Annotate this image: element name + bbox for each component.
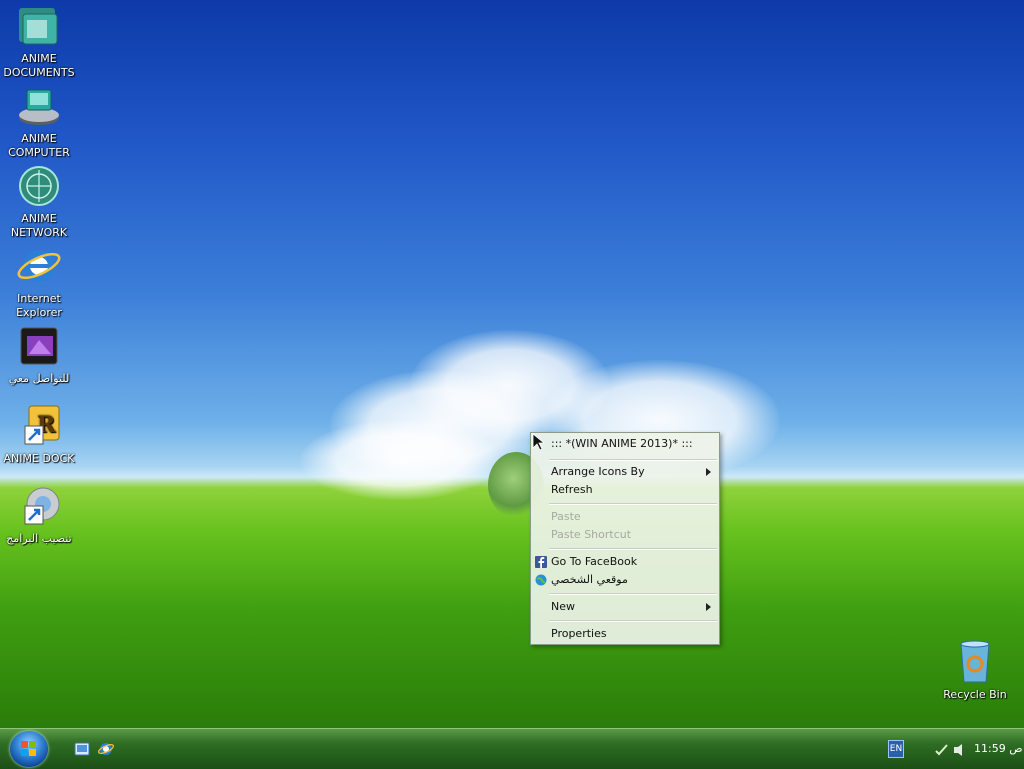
desktop-icon-internet-explorer[interactable]: Internet Explorer — [1, 244, 77, 320]
desktop-icon-install-programs[interactable]: تنصيب البرامج — [1, 484, 77, 546]
taskbar: EN ص 11:59 — [0, 728, 1024, 769]
desktop-icon-anime-documents[interactable]: ANIME DOCUMENTS — [1, 4, 77, 80]
desktop-icon-contact-me[interactable]: للتواصل معي — [1, 324, 77, 386]
folder-icon — [15, 4, 63, 48]
taskbar-clock[interactable]: ص 11:59 — [974, 729, 1023, 769]
menu-item-paste: Paste — [551, 510, 581, 523]
submenu-arrow-icon — [706, 468, 711, 476]
menu-separator — [549, 459, 717, 461]
language-indicator[interactable]: EN — [888, 740, 904, 758]
cloud-decoration — [300, 420, 500, 500]
menu-item-refresh[interactable]: Refresh — [531, 481, 719, 499]
desktop-icon-recycle-bin[interactable]: Recycle Bin — [937, 640, 1013, 702]
submenu-arrow-icon — [706, 603, 711, 611]
globe-icon — [15, 164, 63, 208]
menu-item-paste-shortcut: Paste Shortcut — [551, 528, 632, 541]
shortcut-r-icon: R — [15, 404, 63, 448]
icon-label: ANIME DOCK — [3, 452, 75, 465]
icon-label: NETWORK — [10, 226, 68, 239]
internet-explorer-quicklaunch-icon[interactable] — [97, 741, 115, 757]
menu-item-arrange-icons[interactable]: Arrange Icons By — [531, 463, 719, 481]
menu-separator — [549, 503, 717, 505]
desktop-background[interactable]: ANIME DOCUMENTS ANIME COMPUTER ANIME NET… — [0, 0, 1024, 728]
menu-separator — [549, 593, 717, 595]
installer-icon — [15, 484, 63, 528]
network-icon[interactable] — [935, 743, 949, 757]
recycle-bin-icon — [951, 640, 999, 684]
icon-label: COMPUTER — [8, 146, 70, 159]
menu-item-new[interactable]: New — [531, 598, 719, 616]
icon-label: ANIME — [21, 52, 57, 65]
desktop-icon-anime-computer[interactable]: ANIME COMPUTER — [1, 84, 77, 160]
icon-label: Recycle Bin — [943, 688, 1007, 701]
icon-label: Internet — [17, 292, 61, 305]
menu-item-facebook[interactable]: Go To FaceBook — [531, 553, 719, 571]
internet-explorer-icon — [15, 244, 63, 288]
start-button[interactable] — [10, 731, 48, 767]
icon-label: ANIME — [21, 132, 57, 145]
globe-icon — [535, 574, 547, 586]
icon-label: تنصيب البرامج — [6, 532, 72, 545]
windows-logo-icon — [21, 741, 37, 757]
desktop-context-menu: ::: *(WIN ANIME 2013)* ::: Arrange Icons… — [530, 432, 720, 645]
icon-label: Explorer — [16, 306, 62, 319]
facebook-icon — [535, 556, 547, 568]
folder-icon — [15, 324, 63, 368]
icon-label: ANIME — [21, 212, 57, 225]
desktop-icon-anime-network[interactable]: ANIME NETWORK — [1, 164, 77, 240]
menu-header: ::: *(WIN ANIME 2013)* ::: — [551, 437, 693, 450]
icon-label: DOCUMENTS — [3, 66, 75, 79]
computer-icon — [15, 84, 63, 128]
menu-separator — [549, 620, 717, 622]
show-desktop-icon[interactable] — [74, 741, 90, 757]
desktop-icon-anime-dock[interactable]: R ANIME DOCK — [1, 404, 77, 466]
menu-item-properties[interactable]: Properties — [531, 625, 719, 643]
menu-item-my-site[interactable]: موقعي الشخصي — [531, 571, 719, 589]
volume-icon[interactable] — [953, 743, 967, 757]
icon-label: للتواصل معي — [8, 372, 70, 385]
menu-separator — [549, 548, 717, 550]
